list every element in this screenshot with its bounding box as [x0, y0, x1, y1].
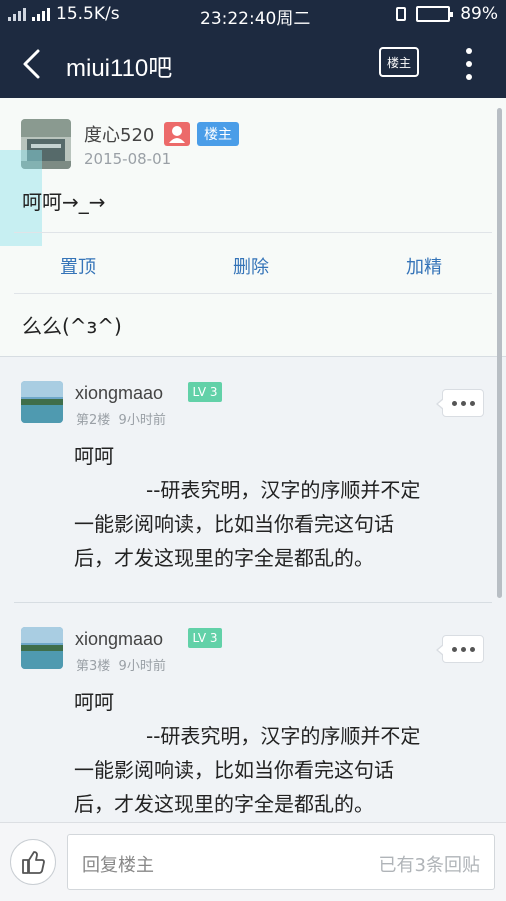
avatar[interactable]	[21, 381, 63, 423]
reply-content: 呵呵 --研表究明，汉字的序顺并不定 一能影阅响读，比如当你看完这句话 后，才发…	[74, 439, 486, 575]
reply-meta: 第2楼 9小时前	[76, 409, 166, 428]
reply-count: 已有3条回贴	[378, 855, 480, 876]
status-left: 15.5K/s	[8, 4, 120, 24]
only-op-button[interactable]: 楼主	[379, 47, 419, 77]
signal-icon-2	[32, 7, 50, 21]
author-name[interactable]: 度心520	[84, 121, 154, 147]
username[interactable]: xiongmaao	[75, 629, 163, 650]
back-button[interactable]	[18, 48, 46, 80]
reply-meta: 第3楼 9小时前	[76, 655, 166, 674]
sub-reply: 么么(^з^)	[22, 314, 122, 338]
status-right: 89%	[396, 4, 498, 24]
time-ago: 9小时前	[118, 413, 166, 428]
floor-number: 第2楼	[76, 413, 111, 428]
reply-line: 后，才发这现里的字全是都乱的。	[74, 546, 374, 570]
status-bar: 15.5K/s 23:22:40周二 89%	[0, 0, 506, 30]
reply-line: 一能影阅响读，比如当你看完这句话	[74, 512, 394, 536]
back-arrow-icon	[23, 49, 40, 79]
reply-input[interactable]: 回复楼主 已有3条回贴	[67, 834, 495, 890]
user-icon	[164, 122, 190, 146]
reply-line: --研表究明，汉字的序顺并不定	[146, 478, 421, 502]
reply-item: xiongmaao LV 3 第3楼 9小时前 呵呵 --研表究明，汉字的序顺并…	[0, 603, 494, 822]
thumbs-up-icon	[22, 851, 45, 874]
reply-line: 呵呵	[74, 690, 114, 714]
clock: 23:22:40周二	[200, 9, 311, 29]
feature-button[interactable]: 加精	[406, 253, 442, 279]
post-date: 2015-08-01	[84, 150, 172, 168]
more-vert-icon[interactable]	[458, 46, 480, 82]
reply-placeholder: 回复楼主	[82, 855, 154, 876]
reply-item: xiongmaao LV 3 第2楼 9小时前 呵呵 --研表究明，汉字的序顺并…	[0, 357, 494, 602]
post-content: 呵呵→_→	[22, 190, 106, 214]
level-badge: LV 3	[188, 382, 222, 402]
net-speed: 15.5K/s	[56, 4, 120, 24]
reply-content: 呵呵 --研表究明，汉字的序顺并不定 一能影阅响读，比如当你看完这句话 后，才发…	[74, 685, 486, 821]
floor-number: 第3楼	[76, 659, 111, 674]
page-title: miui110吧	[66, 55, 173, 82]
reply-line: 呵呵	[74, 444, 114, 468]
level-badge: LV 3	[188, 628, 222, 648]
reply-line: 后，才发这现里的字全是都乱的。	[74, 792, 374, 816]
avatar[interactable]	[21, 627, 63, 669]
scrollbar[interactable]	[497, 108, 502, 598]
vibrate-icon	[396, 7, 407, 21]
username[interactable]: xiongmaao	[75, 383, 163, 404]
app-header: miui110吧 楼主	[0, 30, 506, 98]
reply-line: 一能影阅响读，比如当你看完这句话	[74, 758, 394, 782]
delete-button[interactable]: 删除	[233, 253, 269, 279]
battery-icon	[416, 6, 454, 22]
post-actions: 置顶 删除 加精	[14, 232, 492, 294]
battery-percent: 89%	[460, 4, 498, 24]
time-ago: 9小时前	[118, 659, 166, 674]
pin-button[interactable]: 置顶	[60, 253, 96, 279]
op-badge: 楼主	[197, 122, 239, 146]
more-options-button[interactable]	[436, 389, 484, 417]
signal-icon	[8, 7, 26, 21]
main-post: 度心520 楼主 2015-08-01 呵呵→_→ 置顶 删除 加精 么么(^з…	[0, 98, 506, 357]
bottom-bar: 回复楼主 已有3条回贴	[0, 822, 506, 901]
more-options-button[interactable]	[436, 635, 484, 663]
reply-line: --研表究明，汉字的序顺并不定	[146, 724, 421, 748]
like-button[interactable]	[10, 839, 56, 885]
